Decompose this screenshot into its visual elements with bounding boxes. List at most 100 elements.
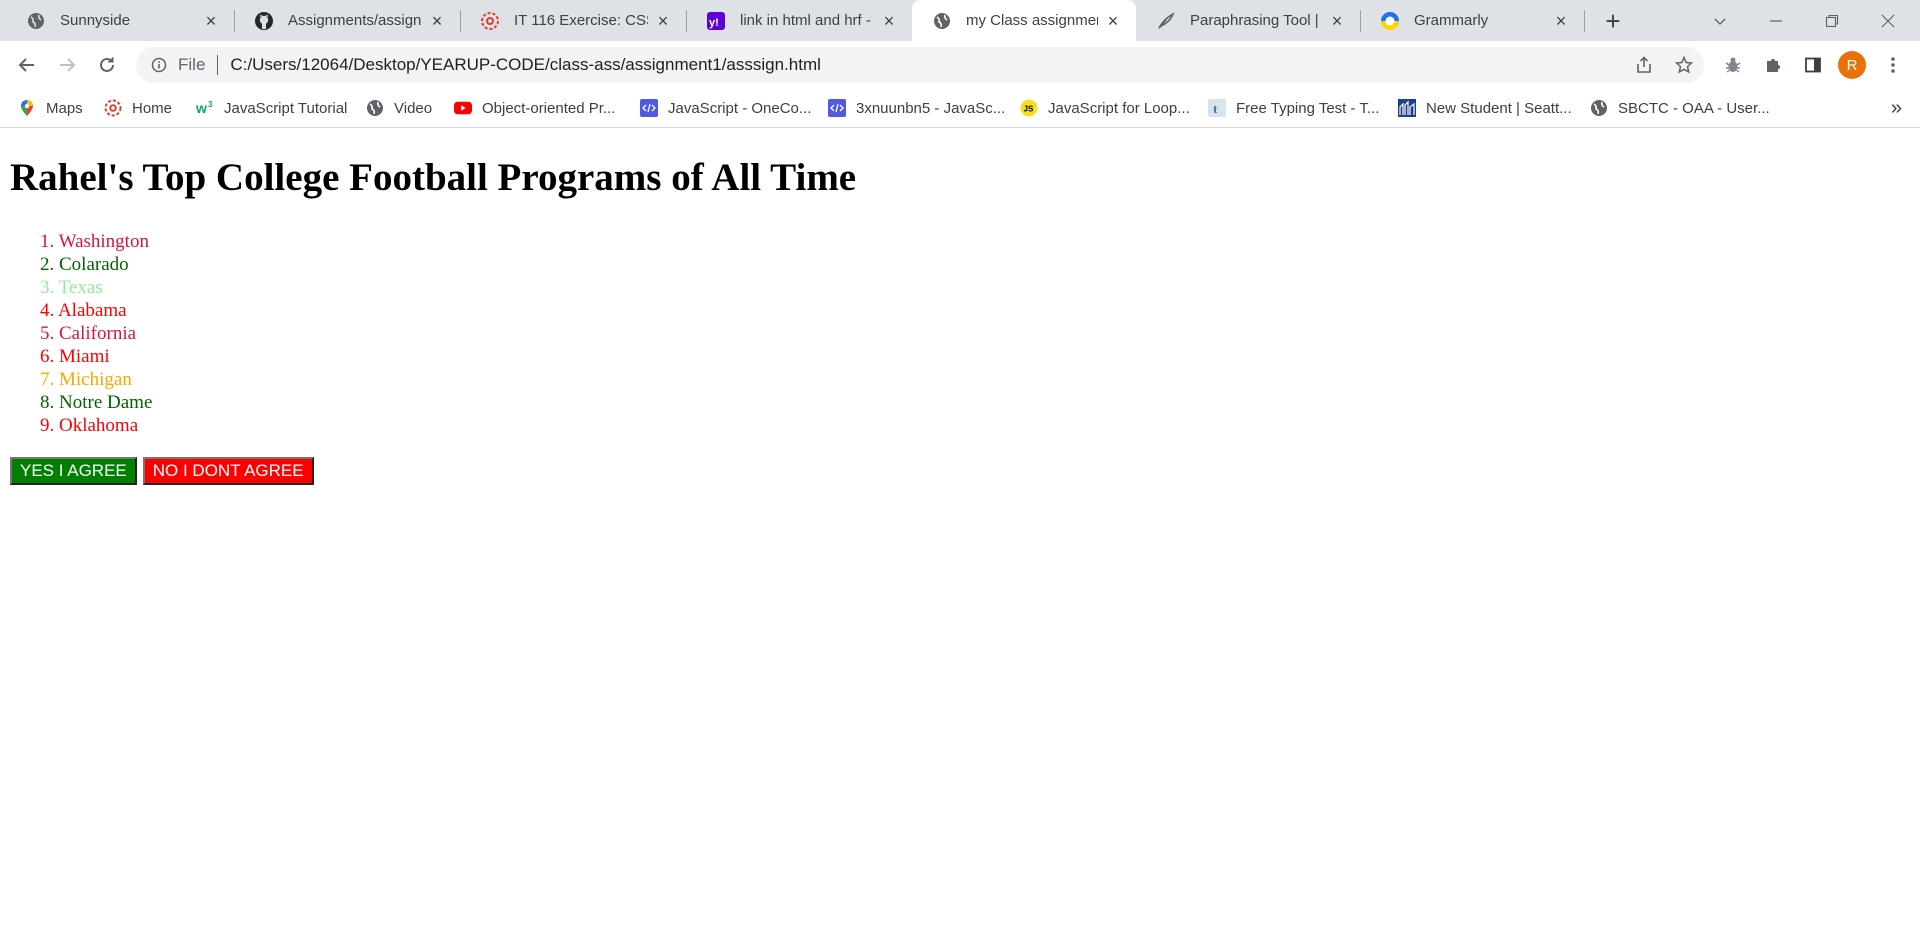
bookmark-label: 3xnuunbn5 - JavaSc... [856,99,1006,117]
minimize-icon [1770,19,1782,22]
tab-strip: Sunnyside × Assignments/assignm × IT 116… [0,0,1920,41]
yahoo-icon: y! [706,11,726,31]
bookmark-3xnuunbn5[interactable]: 3xnuunbn5 - JavaSc... [828,96,1005,120]
bookmark-object-oriented[interactable]: Object-oriented Pr... [454,96,615,120]
bookmark-javascript-for-loop[interactable]: JS JavaScript for Loop... [1020,96,1190,120]
tab-github-assignments[interactable]: Assignments/assignm × [234,0,461,41]
url-text[interactable]: C:/Users/12064/Desktop/YEARUP-CODE/class… [230,55,821,75]
share-icon[interactable] [1628,47,1660,83]
js-icon: JS [1020,99,1038,117]
tab-title: Sunnyside [60,12,131,29]
new-tab-button[interactable]: + [1598,6,1628,36]
canvas-icon [480,11,500,31]
tab-title: Assignments/assignm [288,12,422,29]
tab-it116-exercise[interactable]: IT 116 Exercise: CSS C × [460,0,687,41]
globe-icon [366,99,384,117]
close-icon[interactable]: × [202,12,220,30]
svg-text:y!: y! [709,17,719,29]
tab-paraphrasing-tool[interactable]: Paraphrasing Tool | Q × [1136,0,1361,41]
youtube-icon [454,99,472,117]
team-item-notre-dame: 8. Notre Dame [40,392,153,413]
no-i-dont-agree-button[interactable]: NO I DONT AGREE [142,457,314,485]
bookmark-sbctc-oaa[interactable]: SBCTC - OAA - User... [1590,96,1770,120]
bug-extension-icon[interactable] [1716,48,1750,82]
svg-text:JS: JS [1024,105,1034,114]
restore-button[interactable] [1804,0,1860,41]
tab-title: link in html and hrf - Y [740,12,874,29]
bookmark-label: JavaScript Tutorial [224,99,348,117]
college-icon [1398,99,1416,117]
close-icon[interactable]: × [654,12,672,30]
bookmark-maps[interactable]: Maps [18,96,83,120]
bookmark-free-typing-test[interactable]: t Free Typing Test - T... [1208,96,1379,120]
bookmark-label: Video [394,99,433,117]
address-bar[interactable]: File C:/Users/12064/Desktop/YEARUP-CODE/… [136,47,1704,83]
bookmarks-overflow-chevron-icon[interactable]: » [1891,97,1902,120]
side-panel-icon[interactable] [1796,48,1830,82]
code-icon [828,99,846,117]
close-icon [1881,14,1895,27]
menu-kebab-icon[interactable] [1876,48,1910,82]
tab-sunnyside[interactable]: Sunnyside × [6,0,235,41]
typing-icon: t [1208,99,1226,117]
bookmark-label: Object-oriented Pr... [482,99,616,117]
reload-button[interactable] [90,48,124,82]
back-button[interactable] [10,48,44,82]
info-icon[interactable] [150,56,168,74]
bookmark-video[interactable]: Video [366,96,432,120]
close-icon[interactable]: × [880,12,898,30]
forward-button[interactable] [50,48,84,82]
bookmark-star-icon[interactable] [1668,47,1700,83]
bookmark-label: Free Typing Test - T... [1236,99,1380,117]
tab-yahoo-link[interactable]: y! link in html and hrf - Y × [686,0,912,41]
github-icon [254,11,274,31]
close-window-button[interactable] [1860,0,1916,41]
bookmark-label: Home [132,99,173,117]
agreement-buttons: YES I AGREE NO I DONT AGREE [10,457,314,485]
bookmark-label: JavaScript - OneCo... [668,99,812,117]
bookmark-label: SBCTC - OAA - User... [1618,99,1770,117]
arrow-left-icon [18,58,34,72]
bookmark-label: Maps [46,99,83,117]
bookmarks-bar: Maps Home w3 JavaScript Tutorial Video O… [0,89,1920,128]
close-icon[interactable]: × [428,12,446,30]
page-content: Rahel's Top College Football Programs of… [0,129,1920,946]
tab-separator [1584,10,1585,32]
team-item-michigan: 7. Michigan [40,369,132,390]
teams-list: 1. Washington 2. Colarado 3. Texas 4. Al… [40,230,152,437]
maps-pin-icon [18,99,36,117]
globe-icon [932,11,952,31]
minimize-button[interactable] [1748,0,1804,41]
team-item-oklahoma: 9. Oklahoma [40,415,139,436]
profile-avatar[interactable]: R [1838,51,1866,79]
bookmark-home[interactable]: Home [104,96,172,120]
team-item-alabama: 4. Alabama [40,300,127,321]
team-item-california: 5. California [40,323,137,344]
tab-grammarly[interactable]: Grammarly × [1360,0,1585,41]
bookmark-javascript-tutorial[interactable]: w3 JavaScript Tutorial [196,96,347,120]
svg-text:w: w [196,100,207,116]
w3schools-icon: w3 [196,99,214,117]
url-scheme-label: File [178,55,206,74]
globe-icon [1590,99,1608,117]
divider [217,55,219,75]
bookmark-javascript-onecompiler[interactable]: JavaScript - OneCo... [640,96,811,120]
extensions-puzzle-icon[interactable] [1756,48,1790,82]
bookmark-label: New Student | Seatt... [1426,99,1572,117]
tab-search-button[interactable] [1692,0,1748,41]
tab-my-class-assignment[interactable]: my Class assignment × [912,0,1136,41]
tab-title: my Class assignment [966,12,1098,29]
close-icon[interactable]: × [1328,12,1346,30]
browser-toolbar: File C:/Users/12064/Desktop/YEARUP-CODE/… [0,41,1920,89]
svg-text:3: 3 [208,100,213,109]
globe-icon [26,11,46,31]
bookmark-label: JavaScript for Loop... [1048,99,1190,117]
tab-title: IT 116 Exercise: CSS C [514,12,648,29]
close-icon[interactable]: × [1104,12,1122,30]
bookmark-new-student[interactable]: New Student | Seatt... [1398,96,1572,120]
restore-icon [1825,14,1839,27]
close-icon[interactable]: × [1552,12,1570,30]
svg-text:t: t [1213,101,1218,116]
yes-i-agree-button[interactable]: YES I AGREE [10,457,137,485]
reload-icon [100,57,114,72]
